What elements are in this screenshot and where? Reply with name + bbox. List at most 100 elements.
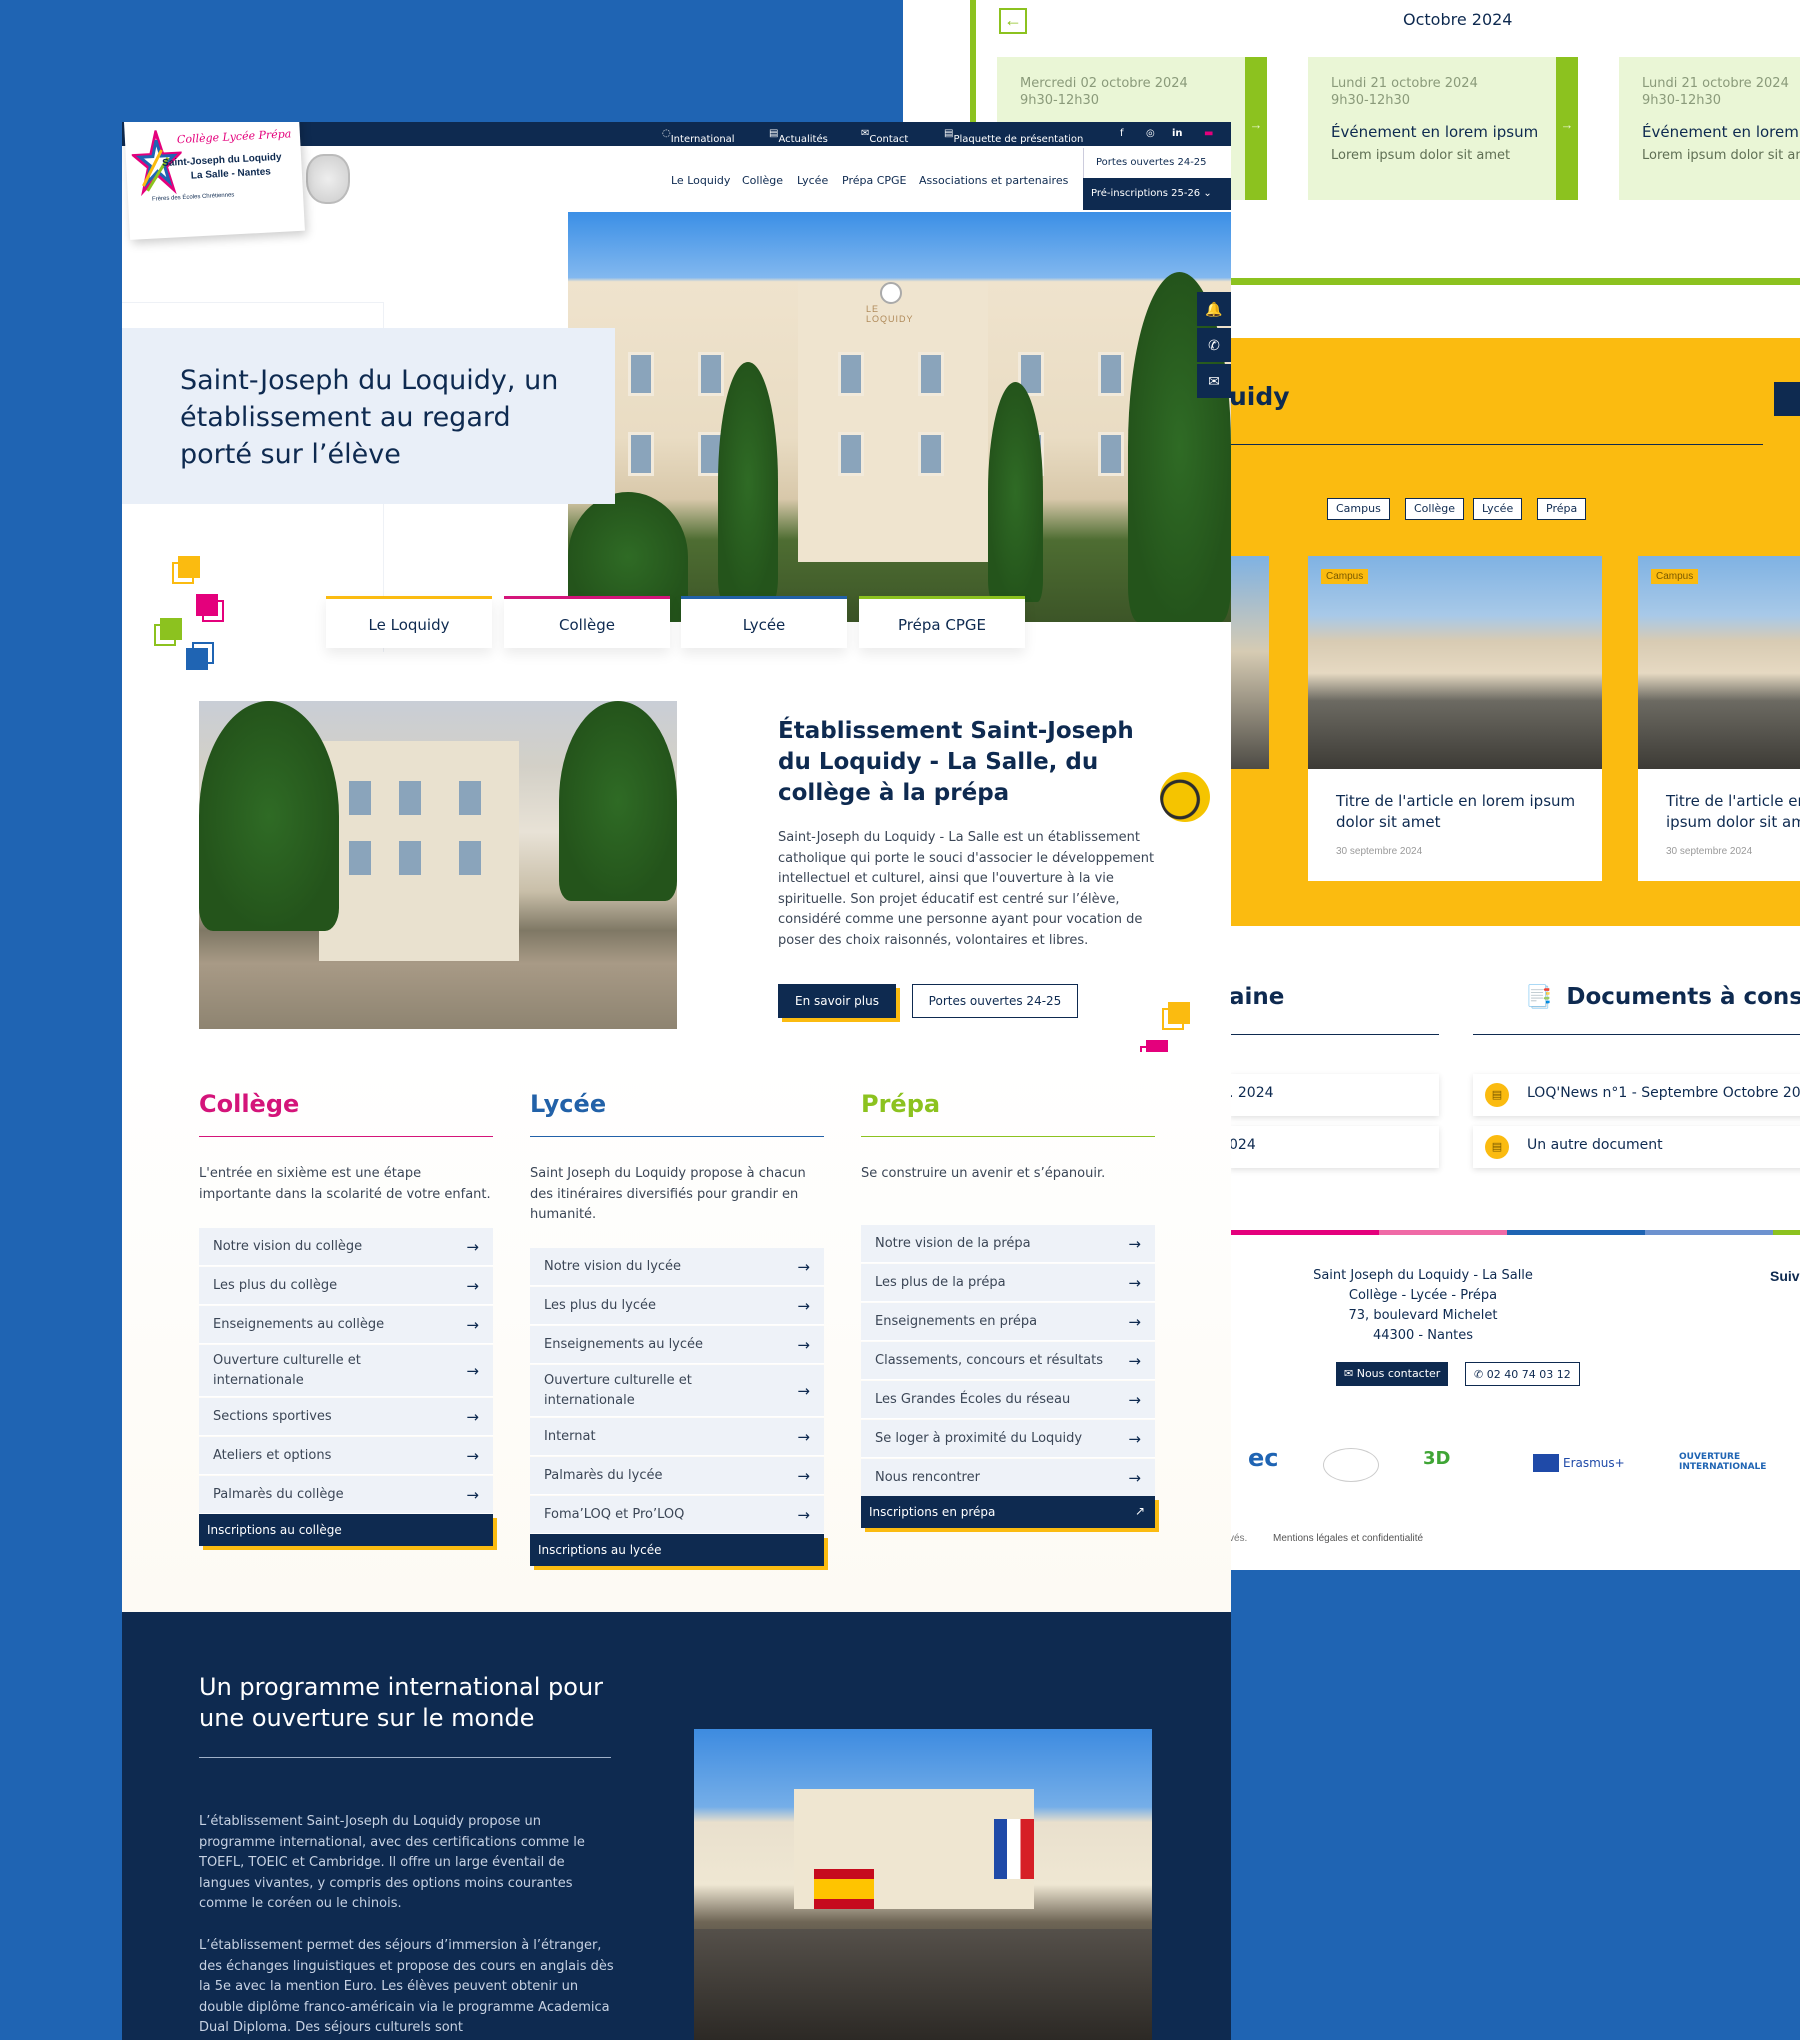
copyright: vés.: [1229, 1533, 1248, 1544]
decor-square: [202, 600, 224, 622]
prepa-link[interactable]: Enseignements en prépa →: [861, 1303, 1155, 1341]
chevron-down-icon: ⌄: [1203, 188, 1212, 199]
tab-lycee[interactable]: Lycée: [681, 596, 847, 648]
hero-title: Saint-Joseph du Loquidy, un établissemen…: [180, 365, 559, 470]
lycee-link[interactable]: Notre vision du lycée →: [530, 1248, 824, 1286]
event-date: Lundi 21 octobre 2024 9h30-12h30: [1331, 76, 1478, 108]
filter-college[interactable]: Collège: [1405, 498, 1465, 520]
color-bar: [1773, 1230, 1800, 1235]
document-item[interactable]: ▤ LOQ'News n°1 - Septembre Octobre 2024: [1473, 1074, 1800, 1116]
phone-button[interactable]: ✆ 02 40 74 03 12: [1465, 1362, 1580, 1386]
lycee-link[interactable]: Internat →: [530, 1418, 824, 1456]
view-all-button[interactable]: [1774, 382, 1800, 416]
filter-prepa[interactable]: Prépa: [1537, 498, 1587, 520]
preinscriptions-dropdown[interactable]: Pré-inscriptions 25-26 ⌄: [1083, 178, 1231, 210]
section-divider: [1473, 1034, 1800, 1035]
3d-logo: 3D: [1423, 1448, 1451, 1469]
nav-associations[interactable]: Associations et partenaires: [919, 174, 1068, 187]
instagram-icon[interactable]: ◎: [1146, 128, 1155, 139]
portes-ouvertes-button[interactable]: Portes ouvertes 24-25: [912, 984, 1078, 1018]
college-column: Collège L'entrée en sixième est une étap…: [199, 1090, 493, 1546]
nav-college[interactable]: Collège: [742, 174, 783, 187]
college-link[interactable]: Enseignements au collège →: [199, 1306, 493, 1344]
topbar-brochure[interactable]: ▤ Plaquette de présentation: [944, 128, 1083, 145]
portes-ouvertes-link[interactable]: Portes ouvertes 24-25: [1083, 148, 1231, 178]
prepa-link[interactable]: Nous rencontrer →: [861, 1459, 1155, 1497]
agenda-item[interactable]: 024: [1229, 1126, 1439, 1168]
section-divider: [1229, 1034, 1439, 1035]
lycee-link[interactable]: Palmarès du lycée →: [530, 1457, 824, 1495]
lycee-link[interactable]: Foma’LOQ et Pro’LOQ →: [530, 1496, 824, 1534]
prepa-signup-button[interactable]: Inscriptions en prépa ↗: [861, 1496, 1155, 1528]
filter-lycee[interactable]: Lycée: [1473, 498, 1523, 520]
eu-flag-icon: [1533, 1454, 1559, 1472]
arrow-right-icon: →: [1128, 1351, 1141, 1370]
section-divider: [530, 1136, 824, 1137]
college-link[interactable]: Ouverture culturelle et internationale →: [199, 1345, 493, 1397]
news-tag: Campus: [1651, 569, 1699, 584]
nav-lycee[interactable]: Lycée: [797, 174, 828, 187]
contact-button[interactable]: ✉ Nous contacter: [1336, 1362, 1449, 1386]
tab-prepa[interactable]: Prépa CPGE: [859, 596, 1025, 648]
section-divider: [199, 1757, 611, 1758]
section-divider: [861, 1136, 1155, 1137]
college-title: Collège: [199, 1090, 300, 1118]
logo-location: La Salle - Nantes: [190, 166, 272, 182]
prepa-link[interactable]: Se loger à proximité du Loquidy →: [861, 1420, 1155, 1458]
logo[interactable]: Collège Lycée Prépa Saint-Joseph du Loqu…: [124, 122, 305, 240]
intro-text: Saint-Joseph du Loquidy - La Salle est u…: [778, 830, 1155, 948]
prepa-link[interactable]: Notre vision de la prépa →: [861, 1225, 1155, 1263]
topbar-international[interactable]: ◌ International: [662, 128, 735, 145]
lycee-link[interactable]: Ouverture culturelle et internationale →: [530, 1365, 824, 1417]
mail-icon[interactable]: ✉: [1197, 364, 1231, 398]
news-card[interactable]: Campus Titre de l'article en ipsum dolor…: [1638, 556, 1800, 881]
event-card[interactable]: Lundi 21 octobre 2024 9h30-12h30 Événemen…: [1619, 57, 1800, 200]
event-date: Mercredi 02 octobre 2024 9h30-12h30: [1020, 76, 1188, 108]
nav-loquidy[interactable]: Le Loquidy: [671, 174, 730, 187]
flag-uk-icon[interactable]: ▬: [1204, 128, 1213, 139]
prepa-link[interactable]: Classements, concours et résultats →: [861, 1342, 1155, 1380]
linkedin-icon[interactable]: in: [1172, 128, 1183, 139]
college-link[interactable]: Ateliers et options →: [199, 1437, 493, 1475]
lycee-link[interactable]: Enseignements au lycée →: [530, 1326, 824, 1364]
news-date: 30 septembre 2024: [1666, 846, 1753, 857]
news-card[interactable]: Campus Titre de l'article en lorem ipsum…: [1308, 556, 1602, 881]
legal-link[interactable]: Mentions légales et confidentialité: [1273, 1533, 1423, 1544]
filter-campus[interactable]: Campus: [1327, 498, 1390, 520]
erasmus-logo: Erasmus+: [1563, 1456, 1625, 1470]
lycee-signup-button[interactable]: Inscriptions au lycée: [530, 1534, 824, 1566]
facebook-icon[interactable]: f: [1120, 128, 1124, 139]
tab-college[interactable]: Collège: [504, 596, 670, 648]
bell-icon[interactable]: 🔔: [1197, 292, 1231, 326]
prepa-link[interactable]: Les plus de la prépa →: [861, 1264, 1155, 1302]
topbar-contact[interactable]: ✉ Contact: [861, 128, 908, 145]
learn-more-button[interactable]: En savoir plus: [778, 984, 896, 1018]
arrow-right-icon[interactable]: →: [1556, 57, 1578, 200]
building-center: [798, 282, 988, 562]
phone-icon[interactable]: ✆: [1197, 328, 1231, 362]
agenda-title: aine: [1229, 984, 1285, 1010]
lycee-link[interactable]: Les plus du lycée →: [530, 1287, 824, 1325]
prev-month-button[interactable]: ←: [999, 8, 1027, 34]
agenda-item[interactable]: . 2024: [1229, 1074, 1439, 1116]
document-item[interactable]: ▤ Un autre document: [1473, 1126, 1800, 1168]
event-subtitle: Lorem ipsum dolor sit amet: [1331, 148, 1511, 163]
arrow-right-icon[interactable]: →: [1245, 57, 1267, 200]
college-link[interactable]: Les plus du collège →: [199, 1267, 493, 1305]
tab-loquidy[interactable]: Le Loquidy: [326, 596, 492, 648]
prepa-link[interactable]: Les Grandes Écoles du réseau →: [861, 1381, 1155, 1419]
month-label: Octobre 2024: [1403, 10, 1513, 29]
external-link-icon: ↗: [1134, 1504, 1145, 1518]
topbar-news[interactable]: ▤ Actualités: [769, 128, 828, 145]
college-link[interactable]: Palmarès du collège →: [199, 1476, 493, 1514]
event-date: Lundi 21 octobre 2024 9h30-12h30: [1642, 76, 1789, 108]
event-card[interactable]: Lundi 21 octobre 2024 9h30-12h30 Événemen…: [1308, 57, 1578, 200]
news-image: [1308, 556, 1602, 769]
college-link[interactable]: Sections sportives →: [199, 1398, 493, 1436]
college-link[interactable]: Notre vision du collège →: [199, 1228, 493, 1266]
prepa-column: Prépa Se construire un avenir et s’épano…: [861, 1090, 1155, 1528]
nav-prepa[interactable]: Prépa CPGE: [842, 174, 907, 187]
arrow-right-icon: →: [1128, 1273, 1141, 1292]
college-signup-button[interactable]: Inscriptions au collège: [199, 1514, 493, 1546]
international-section: Un programme international pour une ouve…: [122, 1612, 1231, 2040]
